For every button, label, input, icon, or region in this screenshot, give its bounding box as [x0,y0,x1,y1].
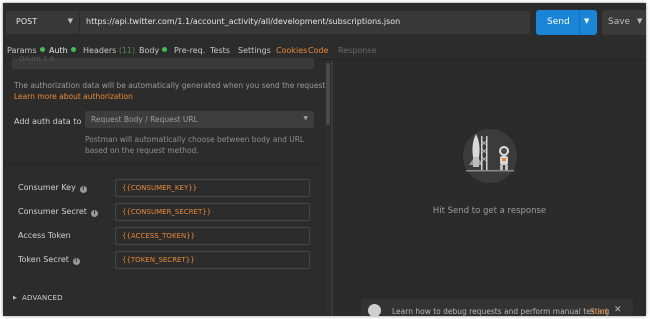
learn-more-link[interactable]: Learn more about authorization [14,92,133,101]
tab-prereq[interactable]: Pre-req. [174,46,205,55]
send-label: Send [547,17,570,27]
consumer-secret-label: Consumer Secret i [18,207,98,217]
tab-body[interactable]: Body [139,46,168,55]
learning-tip-banner: Learn how to debug requests and perform … [361,299,633,316]
tab-headers[interactable]: Headers (11) [83,46,135,55]
postman-window: POST ▼ https://api.twitter.com/1.1/accou… [3,3,646,316]
advanced-label: ADVANCED [22,294,63,302]
status-dot-icon [70,47,76,52]
tab-body-label: Body [139,46,160,55]
info-icon[interactable]: i [90,210,98,217]
add-auth-helper-text: Postman will automatically choose betwee… [85,135,305,155]
method-select[interactable]: POST ▼ [6,11,79,34]
tab-headers-label: Headers [83,46,117,55]
tab-auth-label: Auth [49,46,68,55]
url-input[interactable]: https://api.twitter.com/1.1/account_acti… [79,11,530,34]
consumer-secret-value: {{CONSUMER_SECRET}} [122,208,212,216]
add-auth-data-value: Request Body / Request URL [91,115,198,124]
info-icon[interactable]: i [79,186,87,193]
response-tab: Response [338,46,377,55]
consumer-key-label-text: Consumer Key [18,183,76,192]
token-secret-input[interactable]: {{TOKEN_SECRET}} [115,251,310,269]
tab-params-label: Params [7,46,37,55]
add-auth-data-label: Add auth data to [14,117,82,126]
code-link[interactable]: Code [308,46,328,55]
tab-params[interactable]: Params [7,46,45,55]
request-bar: POST ▼ https://api.twitter.com/1.1/accou… [3,3,646,43]
tab-auth[interactable]: Auth [49,46,76,55]
status-dot-icon [39,47,45,52]
send-divider [579,10,580,35]
access-token-label: Access Token [18,231,71,240]
access-token-value: {{ACCESS_TOKEN}} [122,232,196,240]
access-token-row: Access Token {{ACCESS_TOKEN}} [3,227,325,245]
auth-type-select[interactable]: OAuth 1.0 [12,55,314,69]
consumer-secret-label-text: Consumer Secret [18,207,87,216]
auth-note: The authorization data will be automatic… [14,81,328,90]
token-secret-value: {{TOKEN_SECRET}} [122,256,195,264]
response-panel: Hit Send to get a response Learn how to … [333,61,646,316]
save-options-chevron-icon[interactable]: ▼ [637,17,642,25]
consumer-key-row: Consumer Key i {{CONSUMER_KEY}} [3,179,325,197]
tip-start-link[interactable]: Start [590,307,608,316]
tab-settings[interactable]: Settings [238,46,271,55]
astronaut-avatar-icon [368,304,381,316]
rocket-astronaut-illustration-icon [463,129,517,183]
consumer-secret-row: Consumer Secret i {{CONSUMER_SECRET}} [3,203,325,221]
consumer-key-value: {{CONSUMER_KEY}} [122,184,198,192]
token-secret-label-text: Token Secret [18,255,69,264]
tip-message: Learn how to debug requests and perform … [392,307,610,316]
send-button[interactable]: Send ▼ [536,10,597,35]
method-value: POST [16,17,38,26]
empty-response-message: Hit Send to get a response [432,206,547,216]
tab-tests[interactable]: Tests [210,46,230,55]
consumer-key-label: Consumer Key i [18,183,87,193]
auth-type-value: OAuth 1.0 [19,55,55,63]
close-icon[interactable]: ✕ [614,305,622,315]
chevron-down-icon: ▼ [303,115,308,122]
add-auth-data-select[interactable]: Request Body / Request URL ▼ [85,111,314,128]
info-icon[interactable]: i [72,258,80,265]
token-secret-row: Token Secret i {{TOKEN_SECRET}} [3,251,325,269]
consumer-secret-input[interactable]: {{CONSUMER_SECRET}} [115,203,310,221]
save-label: Save [608,17,631,27]
chevron-down-icon: ▼ [67,17,73,25]
cookies-link[interactable]: Cookies [276,46,307,55]
triangle-right-icon: ▶ [13,295,18,301]
token-secret-label: Token Secret i [18,255,80,265]
save-button[interactable]: Save ▼ [602,10,646,35]
advanced-toggle[interactable]: ▶ ADVANCED [13,294,63,302]
url-value: https://api.twitter.com/1.1/account_acti… [86,17,401,26]
section-divider [3,164,325,165]
send-options-chevron-icon[interactable]: ▼ [584,17,589,25]
headers-count-badge: (11) [118,46,136,55]
auth-panel: OAuth 1.0 The authorization data will be… [3,55,331,316]
status-dot-icon [162,47,168,52]
consumer-key-input[interactable]: {{CONSUMER_KEY}} [115,179,310,197]
scrollbar-thumb[interactable] [326,63,330,125]
access-token-input[interactable]: {{ACCESS_TOKEN}} [115,227,310,245]
